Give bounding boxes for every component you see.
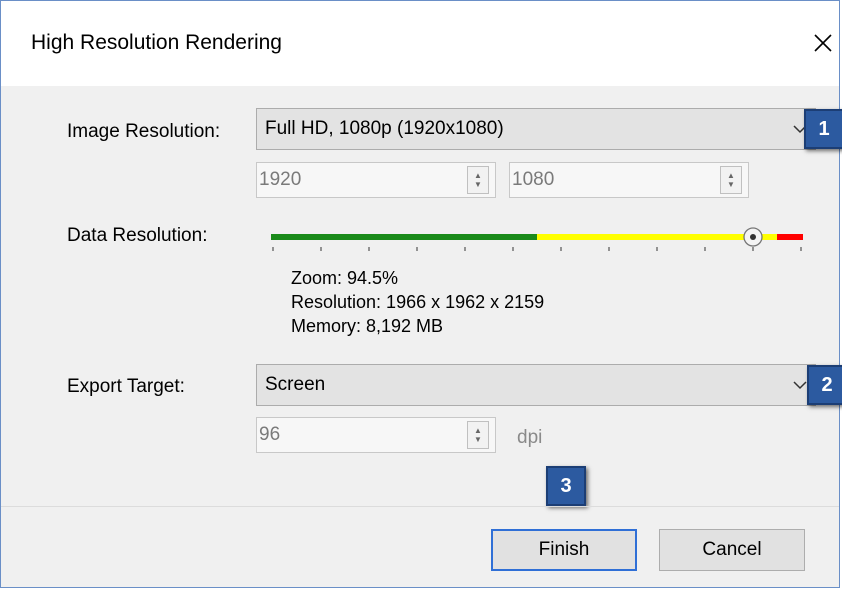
finish-button[interactable]: Finish <box>491 529 637 571</box>
footer-divider <box>1 506 839 507</box>
export-target-dropdown[interactable]: Screen <box>256 364 816 406</box>
image-resolution-dropdown[interactable]: Full HD, 1080p (1920x1080) <box>256 108 816 150</box>
spin-down-icon: ▼ <box>474 180 482 189</box>
width-spin-arrows[interactable]: ▲ ▼ <box>467 166 489 194</box>
data-resolution-label: Data Resolution: <box>67 225 208 246</box>
height-spinbox[interactable]: 1080 ▲ ▼ <box>509 162 749 198</box>
memory-readout: Memory: 8,192 MB <box>291 316 444 336</box>
spin-down-icon: ▼ <box>474 435 482 444</box>
image-resolution-value: Full HD, 1080p (1920x1080) <box>265 118 504 139</box>
spin-down-icon: ▼ <box>727 180 735 189</box>
slider-track <box>271 227 803 251</box>
resolution-readout: Resolution: 1966 x 1962 x 2159 <box>291 292 545 312</box>
width-spinbox[interactable]: 1920 ▲ ▼ <box>256 162 496 198</box>
height-spin-arrows[interactable]: ▲ ▼ <box>720 166 742 194</box>
dpi-unit-label: dpi <box>517 427 543 448</box>
title-bar: High Resolution Rendering <box>1 1 839 86</box>
close-icon <box>814 34 832 52</box>
spin-up-icon: ▲ <box>727 171 735 180</box>
export-target-value: Screen <box>265 374 326 395</box>
width-value: 1920 <box>259 169 302 190</box>
zoom-readout: Zoom: 94.5% <box>291 268 399 288</box>
dpi-spinbox[interactable]: 96 ▲ ▼ <box>256 417 496 453</box>
dpi-value: 96 <box>259 424 281 445</box>
export-target-label: Export Target: <box>67 376 185 397</box>
image-resolution-label: Image Resolution: <box>67 121 221 142</box>
high-resolution-rendering-dialog: High Resolution Rendering Image Resoluti… <box>0 0 842 588</box>
callout-badge-1: 1 <box>804 109 842 149</box>
slider-thumb[interactable] <box>743 227 763 247</box>
height-value: 1080 <box>512 169 555 190</box>
dpi-spin-arrows[interactable]: ▲ ▼ <box>467 421 489 449</box>
data-resolution-slider[interactable] <box>271 225 803 255</box>
spin-up-icon: ▲ <box>474 426 482 435</box>
spin-up-icon: ▲ <box>474 171 482 180</box>
callout-badge-3: 3 <box>546 466 586 506</box>
cancel-button[interactable]: Cancel <box>659 529 805 571</box>
dialog-title: High Resolution Rendering <box>31 31 282 54</box>
callout-badge-2: 2 <box>807 365 842 405</box>
close-button[interactable] <box>803 23 842 63</box>
